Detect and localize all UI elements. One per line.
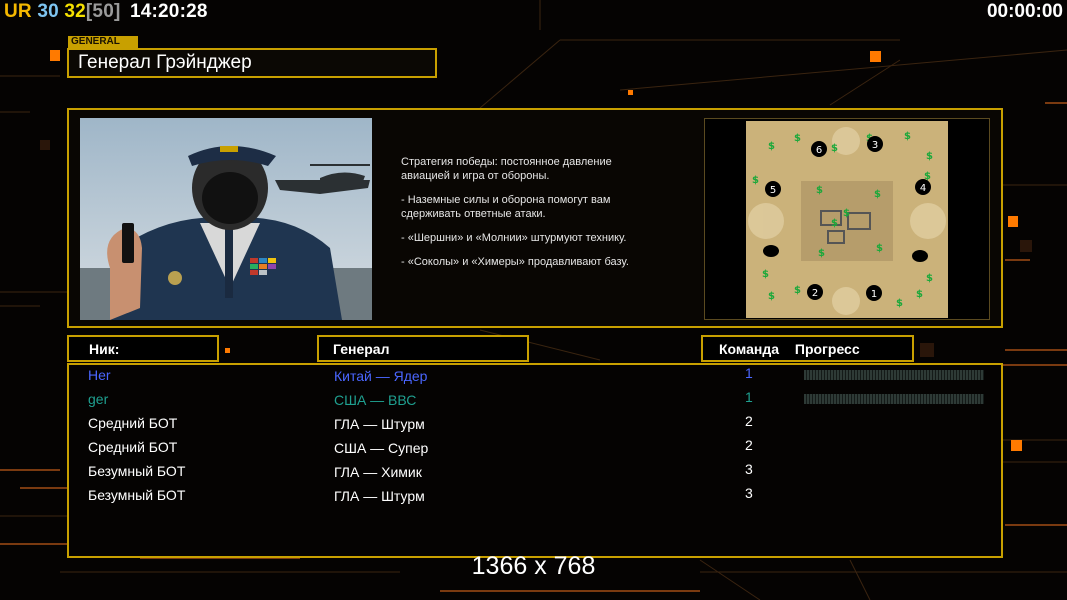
player-nick: Безумный БОТ (88, 487, 186, 503)
svg-text:$: $ (752, 175, 759, 186)
fps-value-b: 32 (64, 1, 86, 22)
description-line: - Наземные силы и оборона помогут вам сд… (401, 194, 611, 220)
player-team: 1 (745, 389, 753, 405)
description-line: - «Шершни» и «Молнии» штурмуют технику. (401, 232, 627, 244)
player-general: Китай — Ядер (334, 368, 428, 384)
player-nick: ger (88, 391, 109, 407)
map-preview[interactable]: $$$ $$$ $$$ $$$ $$$ $$$ $$ 1 2 3 4 5 6 (746, 121, 948, 318)
svg-text:$: $ (831, 143, 838, 154)
svg-text:$: $ (904, 131, 911, 142)
description-line: - «Соколы» и «Химеры» продавливают базу. (401, 256, 629, 268)
fps-value-a: 30 (37, 1, 59, 22)
svg-text:$: $ (916, 289, 923, 300)
svg-text:$: $ (818, 248, 825, 259)
start-position-label: 6 (816, 145, 822, 156)
svg-text:$: $ (816, 185, 823, 196)
fps-cap: [50] (85, 1, 121, 22)
player-row[interactable]: Средний БОТ ГЛА — Штурм 2 (69, 413, 1005, 439)
system-clock: 14:20:28 (129, 1, 208, 22)
svg-text:$: $ (762, 269, 769, 280)
resolution-label: 1366 x 768 (471, 552, 596, 580)
start-position-label: 1 (871, 289, 877, 300)
start-position-label: 2 (812, 288, 818, 299)
player-team: 3 (745, 485, 753, 501)
svg-text:$: $ (768, 291, 775, 302)
general-name: Генерал Грэйнджер (67, 48, 437, 78)
player-row[interactable]: Безумный БОТ ГЛА — Химик 3 (69, 461, 1005, 487)
svg-text:$: $ (794, 285, 801, 296)
player-nick: Средний БОТ (88, 415, 178, 431)
progress-bar (804, 370, 984, 380)
column-header-nick: Ник: (67, 335, 219, 362)
svg-text:$: $ (831, 218, 838, 229)
general-section-tag: GENERAL (68, 36, 138, 48)
description-line: Стратегия победы: постоянное давление ав… (401, 156, 612, 182)
start-position-label: 4 (920, 183, 926, 194)
player-row[interactable]: Средний БОТ США — Супер 2 (69, 437, 1005, 463)
svg-text:$: $ (794, 133, 801, 144)
general-portrait (80, 118, 372, 320)
player-general: ГЛА — Химик (334, 464, 422, 480)
svg-text:$: $ (843, 208, 850, 219)
player-row[interactable]: Her Китай — Ядер 1 (69, 365, 1005, 391)
player-team: 2 (745, 413, 753, 429)
column-header-progress: Прогресс (794, 341, 860, 357)
player-general: ГЛА — Штурм (334, 416, 425, 432)
svg-text:$: $ (926, 151, 933, 162)
start-position-label: 5 (770, 185, 776, 196)
player-row[interactable]: ger США — ВВС 1 (69, 389, 1005, 415)
svg-text:$: $ (876, 243, 883, 254)
match-timer: 00:00:00 (986, 1, 1063, 22)
player-team: 2 (745, 437, 753, 453)
player-team: 3 (745, 461, 753, 477)
player-row[interactable]: Безумный БОТ ГЛА — Штурм 3 (69, 485, 1005, 511)
player-general: США — Супер (334, 440, 429, 456)
progress-bar (804, 394, 984, 404)
ur-label: UR (4, 1, 32, 22)
player-list: Her Китай — Ядер 1 ger США — ВВС 1 Средн… (67, 363, 1003, 558)
fps-counter: UR 30 32[50] 14:20:28 (4, 1, 208, 23)
general-description: Стратегия победы: постоянное давление ав… (401, 155, 629, 279)
column-header-team: Команда (719, 341, 779, 357)
column-header-general: Генерал (317, 335, 529, 362)
player-general: США — ВВС (334, 392, 417, 408)
column-header-team-progress: Команда Прогресс (701, 335, 914, 362)
start-position-label: 3 (872, 140, 878, 151)
svg-text:$: $ (926, 273, 933, 284)
player-nick: Безумный БОТ (88, 463, 186, 479)
svg-text:$: $ (768, 141, 775, 152)
svg-text:$: $ (896, 298, 903, 309)
svg-text:$: $ (874, 189, 881, 200)
player-general: ГЛА — Штурм (334, 488, 425, 504)
player-nick: Средний БОТ (88, 439, 178, 455)
player-nick: Her (88, 367, 111, 383)
player-team: 1 (745, 365, 753, 381)
